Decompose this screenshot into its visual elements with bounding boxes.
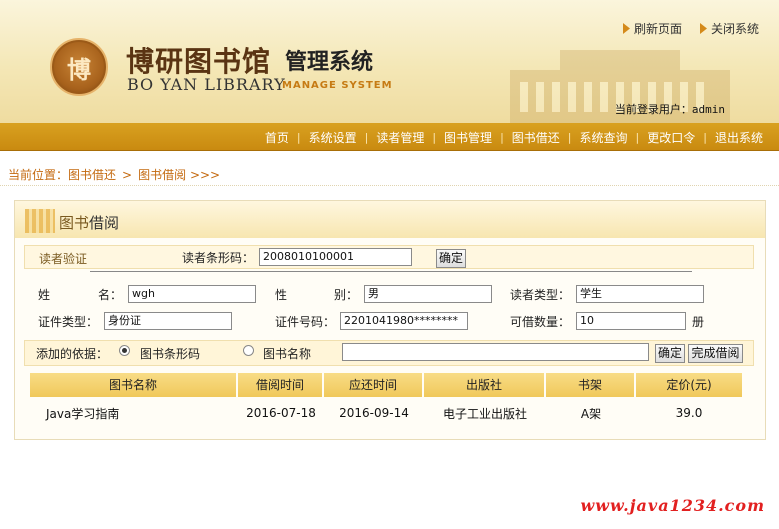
current-user-info: 当前登录用户：admin bbox=[615, 101, 725, 117]
add-basis-label: 添加的依据： bbox=[36, 347, 109, 361]
col-shelf: 书架 bbox=[546, 373, 636, 397]
nav-item-borrow-return[interactable]: 图书借还 bbox=[504, 129, 568, 146]
arrow-bullet-icon bbox=[622, 23, 630, 34]
id-type-field[interactable]: 身份证 bbox=[104, 312, 232, 330]
cell-publisher: 电子工业出版社 bbox=[442, 406, 527, 421]
gender-label-b: 别： bbox=[334, 288, 359, 302]
reader-barcode-input[interactable]: 2008010100001 bbox=[259, 248, 412, 266]
refresh-page-link[interactable]: 刷新页面 bbox=[622, 20, 682, 37]
panel-header: 图书借阅 bbox=[15, 201, 765, 238]
breadcrumb-borrow-return[interactable]: 图书借还 bbox=[68, 168, 116, 182]
site-watermark: www.java1234.com bbox=[580, 496, 765, 515]
book-search-input[interactable] bbox=[342, 343, 649, 361]
borrow-count-label: 可借数量： bbox=[510, 315, 571, 329]
col-book-name: 图书名称 bbox=[30, 373, 238, 397]
reader-divider bbox=[90, 271, 692, 272]
nav-item-home[interactable]: 首页 bbox=[257, 129, 297, 146]
radio-book-barcode-label: 图书条形码 bbox=[140, 347, 201, 361]
brand-title-cn: 博研图书馆 bbox=[126, 45, 272, 78]
reader-type-label: 读者类型： bbox=[510, 288, 571, 302]
panel-title-b: 借阅 bbox=[89, 214, 120, 232]
table-row[interactable]: Java学习指南 2016-07-18 2016-09-14 电子工业出版社 A… bbox=[30, 399, 742, 427]
cell-due-time: 2016-09-14 bbox=[339, 406, 409, 420]
reader-type-field[interactable]: 学生 bbox=[576, 285, 704, 303]
borrow-count-field[interactable]: 10 bbox=[576, 312, 686, 330]
library-logo-seal: 博 bbox=[50, 38, 108, 96]
arrow-bullet-icon bbox=[699, 23, 707, 34]
panel-title: 图书借阅 bbox=[59, 212, 119, 233]
refresh-page-label: 刷新页面 bbox=[633, 22, 682, 36]
cell-borrow-time: 2016-07-18 bbox=[246, 406, 316, 420]
close-system-link[interactable]: 关闭系统 bbox=[699, 20, 759, 37]
finish-borrow-button[interactable]: 完成借阅 bbox=[688, 344, 743, 363]
current-user-label: 当前登录用户： bbox=[614, 103, 692, 116]
breadcrumb-prefix: 当前位置： bbox=[8, 168, 69, 182]
col-due-time: 应还时间 bbox=[324, 373, 424, 397]
reader-barcode-label: 读者条形码： bbox=[182, 251, 255, 265]
reader-verify-label: 读者验证 bbox=[39, 252, 88, 266]
col-publisher: 出版社 bbox=[424, 373, 546, 397]
close-system-label: 关闭系统 bbox=[710, 22, 759, 36]
current-user-name: admin bbox=[691, 103, 725, 116]
breadcrumb: 当前位置：图书借还 > 图书借阅 >>> bbox=[8, 166, 220, 183]
cell-book-name: Java学习指南 bbox=[46, 406, 120, 421]
radio-book-name-label: 图书名称 bbox=[263, 347, 312, 361]
breadcrumb-divider bbox=[0, 185, 779, 186]
col-price: 定价(元) bbox=[636, 373, 742, 397]
panel-title-a: 图书 bbox=[59, 214, 90, 232]
name-label-b: 名： bbox=[98, 288, 123, 302]
brand-title-en: BO YAN LIBRARY bbox=[127, 75, 286, 94]
borrow-count-unit: 册 bbox=[692, 315, 705, 329]
id-number-label: 证件号码： bbox=[275, 315, 336, 329]
reader-confirm-button[interactable]: 确定 bbox=[436, 249, 466, 268]
nav-item-system-query[interactable]: 系统查询 bbox=[572, 129, 636, 146]
breadcrumb-arrow: > bbox=[122, 168, 133, 182]
books-shelf-icon bbox=[25, 209, 55, 233]
id-type-label: 证件类型： bbox=[38, 315, 99, 329]
nav-item-reader-management[interactable]: 读者管理 bbox=[368, 129, 432, 146]
breadcrumb-book-borrow[interactable]: 图书借阅 bbox=[138, 168, 186, 182]
col-borrow-time: 借阅时间 bbox=[238, 373, 324, 397]
cell-shelf: A架 bbox=[580, 406, 602, 421]
book-confirm-button[interactable]: 确定 bbox=[655, 344, 685, 363]
name-label-a: 姓 bbox=[38, 288, 51, 302]
radio-book-barcode[interactable] bbox=[119, 345, 130, 356]
main-nav-bar: 首页 | 系统设置 | 读者管理 | 图书管理 | 图书借还 | 系统查询 | … bbox=[0, 123, 779, 151]
breadcrumb-suffix: >>> bbox=[189, 168, 221, 182]
nav-item-book-management[interactable]: 图书管理 bbox=[436, 129, 500, 146]
reader-name-field[interactable]: wgh bbox=[128, 285, 256, 303]
id-number-field[interactable]: 2201041980******** bbox=[340, 312, 468, 330]
cell-price: 39.0 bbox=[675, 406, 703, 420]
nav-item-logout[interactable]: 退出系统 bbox=[707, 129, 771, 146]
borrow-table-header: 图书名称 借阅时间 应还时间 出版社 书架 定价(元) bbox=[30, 373, 742, 397]
main-nav: 首页 | 系统设置 | 读者管理 | 图书管理 | 图书借还 | 系统查询 | … bbox=[257, 123, 771, 151]
reader-gender-field[interactable]: 男 bbox=[364, 285, 492, 303]
top-links: 刷新页面 关闭系统 bbox=[622, 20, 759, 37]
gender-label-a: 性 bbox=[275, 288, 288, 302]
nav-item-change-password[interactable]: 更改口令 bbox=[639, 129, 703, 146]
brand-manage-system: MANAGE SYSTEM bbox=[282, 80, 393, 91]
radio-book-name[interactable] bbox=[243, 345, 254, 356]
brand-subtitle: 管理系统 bbox=[285, 50, 374, 75]
header-banner: 博 博研图书馆 管理系统 BO YAN LIBRARY MANAGE SYSTE… bbox=[0, 0, 779, 123]
nav-item-system-settings[interactable]: 系统设置 bbox=[301, 129, 365, 146]
